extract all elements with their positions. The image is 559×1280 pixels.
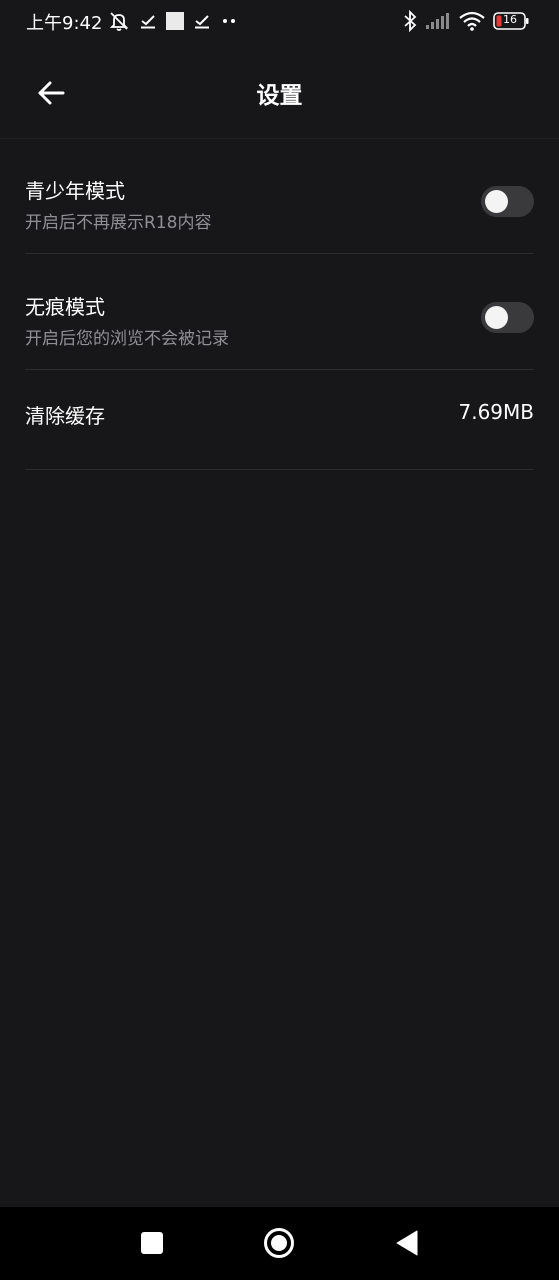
signal-icon — [425, 12, 451, 30]
setting-title: 无痕模式 — [25, 295, 105, 319]
page-title: 设置 — [256, 83, 303, 109]
wifi-icon — [459, 11, 485, 31]
setting-subtitle: 开启后不再展示R18内容 — [25, 213, 212, 233]
setting-row-teen-mode[interactable]: 青少年模式 开启后不再展示R18内容 — [25, 138, 534, 254]
cache-size-value: 7.69MB — [458, 400, 534, 424]
teen-mode-toggle[interactable] — [481, 186, 534, 217]
mute-bell-icon — [108, 10, 130, 32]
back-triangle-icon — [395, 1230, 419, 1256]
setting-row-incognito-mode[interactable]: 无痕模式 开启后您的浏览不会被记录 — [25, 254, 534, 370]
clear-cache-title: 清除缓存 — [25, 404, 105, 428]
incognito-mode-toggle[interactable] — [481, 302, 534, 333]
home-icon — [263, 1227, 295, 1259]
settings-list: 青少年模式 开启后不再展示R18内容 无痕模式 开启后您的浏览不会被记录 清除缓… — [25, 138, 534, 470]
home-button[interactable] — [261, 1225, 297, 1261]
square-icon — [166, 12, 184, 30]
nav-back-button[interactable] — [389, 1225, 425, 1261]
more-dots-icon — [220, 17, 238, 25]
toggle-knob — [485, 306, 508, 329]
status-time: 上午9:42 — [26, 13, 103, 34]
recent-apps-icon — [141, 1232, 163, 1254]
check-icon — [140, 13, 156, 29]
setting-row-clear-cache[interactable]: 清除缓存 7.69MB — [25, 370, 534, 470]
header: 设置 — [0, 42, 559, 139]
setting-subtitle: 开启后您的浏览不会被记录 — [25, 329, 229, 349]
status-right-icons: 16 — [403, 8, 529, 34]
check-icon — [194, 13, 210, 29]
bluetooth-icon — [403, 10, 417, 32]
battery-icon: 16 — [493, 12, 529, 30]
battery-level: 16 — [503, 13, 517, 26]
status-bar: 上午9:42 16 — [0, 0, 559, 42]
setting-title: 青少年模式 — [25, 179, 125, 203]
nav-bar — [0, 1207, 559, 1280]
toggle-knob — [485, 190, 508, 213]
status-left-icons — [108, 8, 238, 34]
recent-apps-button[interactable] — [134, 1225, 170, 1261]
